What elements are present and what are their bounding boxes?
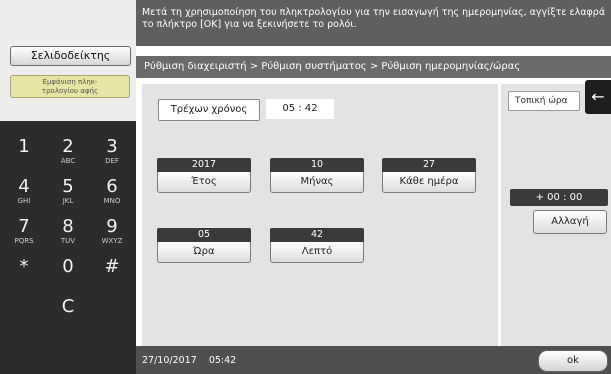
key-7[interactable]: 7 PQRS (4, 209, 44, 249)
key-digit: 2 (62, 136, 74, 157)
key-digit: 6 (106, 176, 118, 197)
timezone-offset: + 00 : 00 (510, 189, 608, 206)
ok-button[interactable]: ok (538, 350, 608, 372)
key-4[interactable]: 4 GHI (4, 169, 44, 209)
key-0[interactable]: 0 (48, 249, 88, 289)
key-digit: * (19, 256, 29, 277)
key-letters: JKL (62, 197, 74, 205)
day-button[interactable]: Κάθε ημέρα (382, 172, 476, 193)
hour-value: 05 (157, 228, 251, 242)
keypad-display-button[interactable]: Εμφάνιση πληκ- τρολογίου αφής (10, 75, 130, 98)
screen: Σελιδοδείκτης Εμφάνιση πληκ- τρολογίου α… (0, 0, 611, 374)
status-datetime: 27/10/2017 05:42 (142, 355, 237, 366)
minute-value: 42 (270, 228, 364, 242)
key-letters: MNO (103, 197, 121, 205)
hour-button[interactable]: Ώρα (157, 242, 251, 263)
hour-field[interactable]: 05 Ώρα (157, 228, 251, 263)
current-time-label: Τρέχων χρόνος (158, 99, 260, 121)
key-digit: 4 (18, 176, 30, 197)
change-timezone-button[interactable]: Αλλαγή (533, 210, 607, 234)
month-field[interactable]: 10 Μήνας (270, 158, 364, 193)
breadcrumb-text: Ρύθμιση διαχειριστή > Ρύθμιση συστήματος… (144, 61, 521, 72)
key-hash[interactable]: # (92, 249, 132, 289)
back-arrow-icon[interactable]: ← (585, 80, 611, 114)
year-button[interactable]: Έτος (157, 172, 251, 193)
key-8[interactable]: 8 TUV (48, 209, 88, 249)
key-letters: WXYZ (101, 237, 123, 245)
year-value: 2017 (157, 158, 251, 172)
current-time-value: 05 : 42 (266, 99, 334, 119)
key-asterisk[interactable]: * (4, 249, 44, 289)
left-panel: Σελιδοδείκτης Εμφάνιση πληκ- τρολογίου α… (0, 0, 136, 374)
key-digit: C (61, 296, 75, 317)
key-letters: DEF (105, 157, 119, 165)
minute-field[interactable]: 42 Λεπτό (270, 228, 364, 263)
timezone-label: Τοπική ώρα (508, 91, 580, 111)
key-5[interactable]: 5 JKL (48, 169, 88, 209)
key-letters: TUV (60, 237, 76, 245)
bookmark-button[interactable]: Σελιδοδείκτης (10, 46, 131, 66)
key-digit: 3 (106, 136, 118, 157)
month-button[interactable]: Μήνας (270, 172, 364, 193)
key-digit: 0 (62, 256, 74, 277)
key-digit: 5 (62, 176, 74, 197)
key-letters: GHI (17, 197, 31, 205)
key-digit: # (104, 256, 120, 277)
numeric-keypad: 1 2 ABC 3 DEF 4 GHI 5 JKL 6 MNO 7 PQRS 8 TUV 9W… (0, 121, 136, 374)
key-digit: 9 (106, 216, 118, 237)
month-value: 10 (270, 158, 364, 172)
date-time-panel (142, 84, 498, 346)
key-1[interactable]: 1 (4, 129, 44, 169)
key-digit: 1 (18, 136, 30, 157)
day-value: 27 (382, 158, 476, 172)
breadcrumb: Ρύθμιση διαχειριστή > Ρύθμιση συστήματος… (136, 56, 611, 78)
key-6[interactable]: 6 MNO (92, 169, 132, 209)
key-digit: 8 (62, 216, 74, 237)
year-field[interactable]: 2017 Έτος (157, 158, 251, 193)
instruction-text: Μετά τη χρησιμοποίηση του πληκτρολογίου … (142, 7, 606, 30)
instruction-banner: Μετά τη χρησιμοποίηση του πληκτρολογίου … (136, 0, 611, 46)
key-9[interactable]: 9 WXYZ (92, 209, 132, 249)
key-letters: ABC (60, 157, 76, 165)
key-2[interactable]: 2 ABC (48, 129, 88, 169)
key-3[interactable]: 3 DEF (92, 129, 132, 169)
day-field[interactable]: 27 Κάθε ημέρα (382, 158, 476, 193)
key-digit: 7 (18, 216, 30, 237)
key-letters: PQRS (14, 237, 34, 245)
minute-button[interactable]: Λεπτό (270, 242, 364, 263)
key-clear[interactable]: C (48, 289, 88, 329)
